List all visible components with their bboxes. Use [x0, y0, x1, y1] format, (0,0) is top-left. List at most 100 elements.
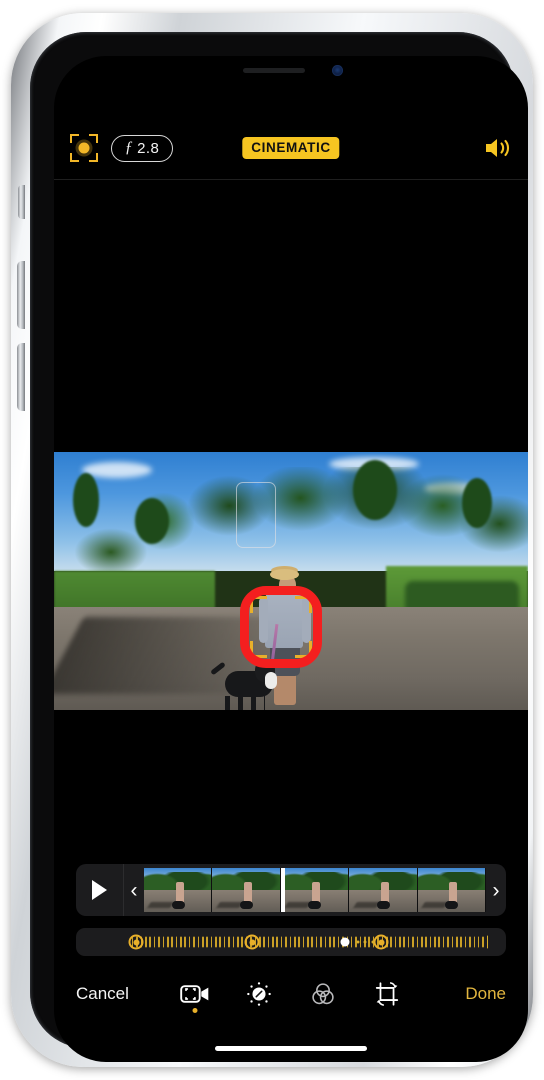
focus-transition-dot [371, 940, 375, 944]
focus-track-tick [420, 936, 423, 948]
cancel-button[interactable]: Cancel [76, 984, 129, 1004]
focus-track-tick [320, 936, 322, 948]
focus-keyframe-track[interactable] [76, 928, 506, 956]
subject-man-straw-hat [270, 568, 300, 580]
home-indicator[interactable] [215, 1046, 367, 1051]
focus-track-tick [412, 936, 414, 948]
speaker-on-icon[interactable] [482, 135, 512, 161]
focus-track-tick [241, 936, 243, 948]
focus-track-tick [482, 936, 484, 948]
bracket-top-right [89, 134, 98, 143]
trim-handle-left[interactable]: ‹ [124, 864, 144, 916]
cinematic-focus-icon[interactable] [70, 134, 98, 162]
volume-up-button[interactable] [17, 261, 25, 329]
focus-keyframe-marker[interactable] [373, 934, 389, 950]
video-stage [54, 180, 528, 882]
filmstrip-thumbnail[interactable] [349, 868, 418, 912]
focus-keyframe-marker[interactable] [128, 934, 144, 950]
face-detection-frame[interactable] [236, 482, 276, 548]
focus-track-tick [390, 936, 392, 948]
focus-track-tick [215, 936, 217, 948]
focus-track-tick [328, 936, 331, 948]
focus-track-tick [399, 936, 401, 948]
focus-transition-dot [356, 940, 360, 944]
phone-device-frame: ƒ 2.8 CINEMATIC ‹ › Cancel Done [11, 13, 533, 1067]
tool-icon-group [180, 977, 402, 1013]
focus-track-tick [368, 936, 370, 948]
bracket-top-left [70, 134, 79, 143]
focus-track-tick [447, 936, 449, 948]
done-button[interactable]: Done [465, 984, 506, 1004]
focus-track-tick [486, 935, 489, 949]
focus-track-tick [451, 936, 454, 948]
focus-track-tick [280, 936, 283, 948]
earpiece-speaker-icon [243, 68, 305, 73]
filmstrip-thumbnail[interactable] [144, 868, 213, 912]
focus-track-tick [263, 936, 265, 948]
cinematic-mode-badge: CINEMATIC [242, 136, 340, 160]
focus-track-tick [438, 936, 441, 948]
focus-track-tick [180, 936, 182, 948]
video-trimmer[interactable]: ‹ › [76, 864, 506, 916]
focus-track-tick [158, 936, 160, 948]
focus-track-tick [311, 936, 314, 948]
focus-track-tick [223, 936, 226, 948]
filmstrip[interactable] [144, 868, 486, 912]
focus-track-tick [403, 936, 406, 948]
focus-track-tick [469, 936, 471, 948]
edit-toolbar: Cancel Done [54, 966, 528, 1022]
focus-track-tick [166, 936, 169, 948]
focus-track-tick [307, 936, 309, 948]
focus-track-tick [337, 936, 340, 948]
bracket-bottom-left [70, 153, 79, 162]
aperture-value-button[interactable]: ƒ 2.8 [111, 134, 173, 162]
focus-track-tick [407, 936, 410, 948]
focus-track-tick [175, 936, 178, 948]
front-camera-icon [332, 65, 343, 76]
focus-track-tick [171, 936, 173, 948]
focus-track-tick [228, 936, 230, 948]
focus-track-tick [416, 936, 419, 948]
video-preview[interactable] [54, 452, 528, 710]
mute-switch[interactable] [18, 185, 25, 219]
focus-track-tick [188, 936, 191, 948]
focus-track-tick [293, 936, 296, 948]
focus-track-tick [193, 936, 195, 948]
focus-track-tick [315, 936, 318, 948]
aperture-f-symbol: ƒ [124, 139, 134, 156]
palm-tree [72, 472, 99, 527]
focus-track-tick [201, 936, 204, 948]
focus-track-tick [429, 936, 432, 948]
palm-tree [352, 459, 397, 520]
filmstrip-thumbnail[interactable] [280, 868, 350, 912]
adjust-tool-button[interactable] [244, 977, 274, 1011]
play-button[interactable] [76, 864, 124, 916]
filters-tool-button[interactable] [308, 977, 338, 1011]
focus-track-tick [324, 936, 327, 948]
bracket-bottom-right [89, 153, 98, 162]
focus-track-tick [473, 936, 476, 948]
focus-track-tick [460, 936, 462, 948]
tool-active-indicator [192, 1008, 198, 1013]
filmstrip-thumbnail[interactable] [212, 868, 281, 912]
focus-track-tick [197, 936, 200, 948]
focus-track-tick [153, 936, 156, 948]
focus-track-tick [237, 936, 239, 948]
focus-track-inner [76, 928, 506, 956]
focus-keyframe-marker[interactable] [244, 934, 260, 950]
crop-tool-button[interactable] [372, 977, 402, 1011]
focus-track-playhead[interactable] [340, 937, 350, 947]
focus-track-tick [442, 936, 445, 948]
focus-track-tick [285, 936, 287, 948]
focus-track-tick [425, 936, 427, 948]
filmstrip-thumbnail[interactable] [417, 868, 486, 912]
cinematic-video-tool-button[interactable] [180, 977, 210, 1013]
focus-track-tick [434, 936, 436, 948]
trim-handle-right[interactable]: › [486, 864, 506, 916]
volume-down-button[interactable] [17, 343, 25, 411]
focus-track-tick [210, 936, 213, 948]
playhead[interactable] [280, 868, 285, 912]
focus-track-tick [267, 936, 270, 948]
focus-dot [78, 142, 90, 154]
focus-track-tick [162, 936, 165, 948]
